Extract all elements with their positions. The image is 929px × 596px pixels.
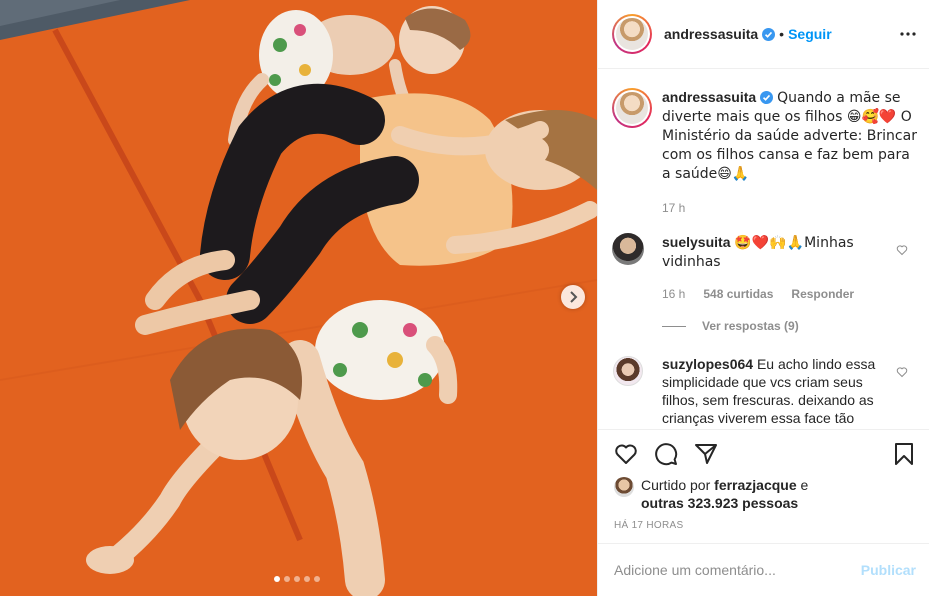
post-timestamp[interactable]: HÁ 17 HORAS xyxy=(614,520,683,531)
comment-username[interactable]: suelysuita xyxy=(662,234,730,250)
chevron-right-icon xyxy=(570,291,578,303)
carousel-next-button[interactable] xyxy=(561,285,585,309)
post-header: andressasuita • Seguir xyxy=(598,0,929,69)
verified-icon xyxy=(760,91,774,104)
carousel-dot xyxy=(294,576,300,582)
heart-icon[interactable] xyxy=(896,366,908,378)
post-sidebar: andressasuita • Seguir andressasuita Qua… xyxy=(597,0,929,596)
more-options-icon[interactable] xyxy=(900,26,916,42)
verified-icon xyxy=(762,27,776,41)
instagram-post-modal: andressasuita • Seguir andressasuita Qua… xyxy=(0,0,929,596)
bookmark-icon[interactable] xyxy=(892,442,916,466)
liked-by: Curtido por ferrazjacque e outras 323.92… xyxy=(614,476,808,512)
caption-username[interactable]: andressasuita xyxy=(662,89,756,105)
liked-by-user[interactable]: ferrazjacque xyxy=(714,477,796,493)
comment-icon[interactable] xyxy=(654,442,678,466)
follow-button[interactable]: Seguir xyxy=(788,26,832,42)
carousel-dot xyxy=(304,576,310,582)
share-icon[interactable] xyxy=(694,442,718,466)
comment-time: 16 h xyxy=(662,287,686,301)
replies-divider xyxy=(662,325,686,327)
caption-time: 17 h xyxy=(662,201,686,215)
likes-count[interactable]: outras 323.923 pessoas xyxy=(641,495,798,511)
view-replies-button[interactable]: Ver respostas (9) xyxy=(662,319,799,333)
comment-avatar[interactable] xyxy=(612,233,644,265)
add-comment-bar: Publicar xyxy=(598,543,929,596)
liked-by-connector: e xyxy=(800,477,809,493)
comment-likes[interactable]: 548 curtidas xyxy=(703,285,773,303)
view-replies-label: Ver respostas (9) xyxy=(702,319,799,333)
author-avatar[interactable] xyxy=(612,14,652,54)
post-actions: Curtido por ferrazjacque e outras 323.92… xyxy=(598,429,929,543)
post-photo[interactable] xyxy=(0,0,597,596)
caption-row: andressasuita Quando a mãe se diverte ma… xyxy=(612,88,917,217)
comment-avatar[interactable] xyxy=(613,356,643,386)
author-username[interactable]: andressasuita xyxy=(664,26,758,42)
comments-list[interactable]: andressasuita Quando a mãe se diverte ma… xyxy=(598,69,929,429)
heart-icon[interactable] xyxy=(614,442,638,466)
header-separator: • xyxy=(779,26,785,42)
heart-icon[interactable] xyxy=(896,244,908,256)
carousel-indicator xyxy=(274,576,320,582)
comment-row: suzylopes064 Eu acho lindo essa simplici… xyxy=(612,355,892,427)
comment-row: suelysuita 🤩❤️🙌🙏Minhas vidinhas 16 h 548… xyxy=(612,233,892,303)
publish-button[interactable]: Publicar xyxy=(861,562,916,578)
carousel-dot xyxy=(284,576,290,582)
liked-by-avatar[interactable] xyxy=(614,477,634,497)
comment-input[interactable] xyxy=(614,562,861,578)
comment-username[interactable]: suzylopes064 xyxy=(662,356,753,372)
reply-button[interactable]: Responder xyxy=(791,285,854,303)
caption-avatar[interactable] xyxy=(612,88,652,128)
photo-illustration xyxy=(0,0,597,596)
liked-by-prefix: Curtido por xyxy=(641,477,711,493)
carousel-dot xyxy=(314,576,320,582)
carousel-dot xyxy=(274,576,280,582)
